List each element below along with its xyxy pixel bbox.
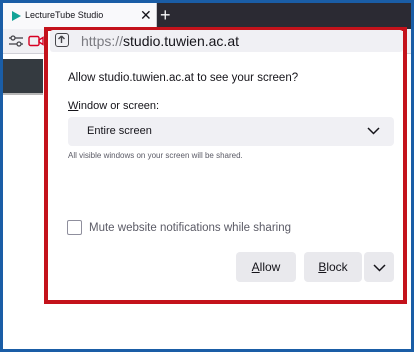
url-host: studio.tuwien.ac.at [123, 33, 239, 49]
select-label-rest: indow or screen: [78, 100, 160, 112]
chevron-down-icon [367, 127, 380, 135]
url-text[interactable]: https://studio.tuwien.ac.at [81, 33, 239, 49]
camera-icon[interactable] [28, 35, 44, 47]
mute-notifications-checkbox[interactable] [67, 220, 82, 235]
sliders-icon[interactable] [9, 35, 23, 47]
close-icon[interactable]: ✕ [140, 7, 152, 23]
block-button[interactable]: Block [304, 252, 362, 282]
play-arrow-icon [12, 11, 21, 21]
allow-rest: llow [259, 260, 281, 274]
allow-button[interactable]: Allow [236, 252, 296, 282]
page-header-strip [3, 59, 43, 93]
tab-strip: LectureTube Studio ✕ + [3, 3, 411, 29]
select-value: Entire screen [87, 125, 152, 137]
screen-share-permission-icon[interactable] [55, 33, 69, 47]
screen-select[interactable]: Entire screen [68, 117, 394, 146]
url-bar[interactable]: https://studio.tuwien.ac.at [50, 30, 403, 52]
dialog-title: Allow studio.tuwien.ac.at to see your sc… [68, 72, 299, 84]
mute-notifications-label[interactable]: Mute website notifications while sharing [89, 222, 291, 234]
block-access-key: B [318, 260, 327, 274]
page-divider [3, 93, 43, 95]
new-tab-button[interactable]: + [160, 4, 171, 26]
allow-access-key: A [251, 260, 260, 274]
url-scheme: https:// [81, 33, 124, 49]
select-label-access-key: W [68, 100, 79, 112]
block-rest: lock [326, 260, 348, 274]
select-label: Window or screen: [68, 100, 159, 112]
tab-lecturetube-studio[interactable]: LectureTube Studio ✕ [3, 3, 157, 29]
share-hint: All visible windows on your screen will … [68, 151, 243, 160]
tab-title: LectureTube Studio [25, 10, 104, 20]
chevron-down-icon [372, 263, 386, 272]
more-options-button[interactable] [364, 252, 394, 282]
